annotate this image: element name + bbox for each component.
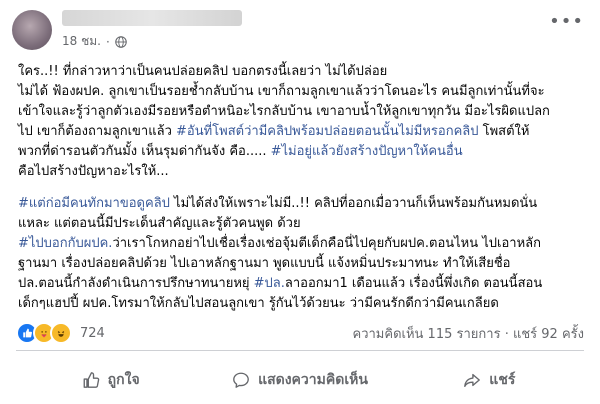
post-text-line: แหละ แต่ตอนนี้มีประเด็นสำคัญและรู้ตัวคนพ… bbox=[18, 214, 588, 234]
like-label: ถูกใจ bbox=[107, 372, 140, 388]
post-text-line: ฐานมา เรื่องปล่อยคลิปด้วย ไปเอาหลักฐานมา… bbox=[18, 254, 588, 274]
post-text-line: คือไปสร้างปัญหาอะไรให้... bbox=[18, 162, 588, 182]
post-text: ไม่ได้ ฟ้องผปค. ลูกเขาเป็นรอยช้ำกลับบ้าน… bbox=[18, 84, 545, 99]
post-text: เข้าใจและรู้ว่าลูกตัวเองมีรอยหรือตำหนิอะ… bbox=[18, 104, 550, 119]
comment-icon bbox=[233, 372, 249, 388]
share-icon bbox=[464, 373, 481, 387]
post-text-line: พวกที่ด่ารอนตัวกันมั้ง เห็นรุมด่ากันจัง … bbox=[18, 142, 588, 162]
post-text: ไป เขาก็ต้องถามลูกเขาแล้ว bbox=[18, 124, 177, 139]
thumbs-up-icon bbox=[83, 372, 99, 388]
like-button[interactable]: ถูกใจ bbox=[16, 360, 205, 400]
post-card: 18 ชม. · ••• ใคร..!! ที่กล่าวหาว่าเป็นคน… bbox=[0, 0, 600, 404]
share-button[interactable]: แชร์ bbox=[395, 360, 584, 400]
post-text: ลาออกมา1 เดือนแล้ว เรื่องนี้พึ่งเกิด ตอน… bbox=[284, 276, 543, 291]
author-avatar[interactable] bbox=[12, 10, 52, 50]
post-text-line: เข้าใจและรู้ว่าลูกตัวเองมีรอยหรือตำหนิอะ… bbox=[18, 102, 588, 122]
post-text-line: เด็กๆแฮปปี้ ผปค.โทรมาให้กลับไปสอนลูกเขา … bbox=[18, 294, 588, 314]
post-meta: 18 ชม. · bbox=[62, 32, 127, 51]
post-paragraph: ใคร..!! ที่กล่าวหาว่าเป็นคนปล่อยคลิป บอก… bbox=[18, 62, 588, 182]
post-text-line: #แต่ก่อมีคนทักมาขอดูคลิป ไม่ได้ส่งให้เพร… bbox=[18, 194, 588, 214]
post-text: แหละ แต่ตอนนี้มีประเด็นสำคัญและรู้ตัวคนพ… bbox=[18, 216, 301, 231]
engagement-counts: ความคิดเห็น 115 รายการ · แชร์ 92 ครั้ง bbox=[353, 323, 584, 344]
post-text: คือไปสร้างปัญหาอะไรให้... bbox=[18, 164, 169, 179]
post-text: โพสต์ให้ bbox=[478, 124, 530, 139]
post-text-line: ไป เขาก็ต้องถามลูกเขาแล้ว #อันที่โพสต์ว่… bbox=[18, 122, 588, 142]
separator-dot: · bbox=[105, 34, 110, 49]
post-text: ไม่ได้ส่งให้เพราะไม่มี..!! คลิปที่ออกเมื… bbox=[169, 196, 538, 211]
haha-icon bbox=[50, 322, 72, 344]
comments-count-link[interactable]: ความคิดเห็น 115 รายการ bbox=[353, 327, 501, 342]
post-text-line: #ไปบอกกับผปค.ว่าเราโกหกอย่าไปเชื่อเรื่อง… bbox=[18, 234, 588, 254]
hashtag-link[interactable]: #ไปบอกกับผปค. bbox=[18, 236, 112, 251]
post-text-line: ไม่ได้ ฟ้องผปค. ลูกเขาเป็นรอยช้ำกลับบ้าน… bbox=[18, 82, 588, 102]
hashtag-link[interactable]: #ไม่อยู่แล้วยังสร้างปัญหาให้คนอื่น bbox=[271, 144, 463, 159]
post-actions: ถูกใจ แสดงความคิดเห็น แชร์ bbox=[16, 360, 584, 400]
shares-count-link[interactable]: แชร์ 92 ครั้ง bbox=[513, 327, 584, 342]
post-text: ว่าเราโกหกอย่าไปเชื่อเรื่องเช่อจุ้มตีเด็… bbox=[112, 236, 542, 251]
post-stats: 724 ความคิดเห็น 115 รายการ · แชร์ 92 ครั… bbox=[16, 321, 584, 345]
comment-label: แสดงความคิดเห็น bbox=[258, 372, 368, 388]
post-text: ใคร..!! ที่กล่าวหาว่าเป็นคนปล่อยคลิป บอก… bbox=[18, 64, 388, 79]
post-text-line: ใคร..!! ที่กล่าวหาว่าเป็นคนปล่อยคลิป บอก… bbox=[18, 62, 588, 82]
hashtag-link[interactable]: #ปล. bbox=[254, 276, 285, 291]
post-paragraph: #แต่ก่อมีคนทักมาขอดูคลิป ไม่ได้ส่งให้เพร… bbox=[18, 194, 588, 314]
separator-dot: · bbox=[504, 326, 513, 342]
more-options-button[interactable]: ••• bbox=[549, 13, 584, 31]
author-name-redacted[interactable] bbox=[62, 10, 242, 26]
reaction-count: 724 bbox=[80, 325, 105, 341]
post-text: ปล.ตอนนี้กำลังดำเนินการปรึกษาทนายหยุ่ bbox=[18, 276, 254, 291]
reactions-summary[interactable]: 724 bbox=[16, 322, 105, 344]
globe-icon bbox=[115, 35, 127, 48]
divider bbox=[16, 350, 584, 351]
hashtag-link[interactable]: #อันที่โพสต์ว่ามีคลิปพร้อมปล่อยตอนนั้นไม… bbox=[176, 124, 478, 139]
post-time[interactable]: 18 ชม. bbox=[62, 32, 101, 51]
hashtag-link[interactable]: #แต่ก่อมีคนทักมาขอดูคลิป bbox=[18, 196, 170, 211]
comment-button[interactable]: แสดงความคิดเห็น bbox=[205, 360, 394, 400]
share-label: แชร์ bbox=[489, 372, 516, 388]
post-text-line: ปล.ตอนนี้กำลังดำเนินการปรึกษาทนายหยุ่ #ป… bbox=[18, 274, 588, 294]
post-text: ฐานมา เรื่องปล่อยคลิปด้วย ไปเอาหลักฐานมา… bbox=[18, 256, 511, 271]
post-text: เด็กๆแฮปปี้ ผปค.โทรมาให้กลับไปสอนลูกเขา … bbox=[18, 296, 499, 311]
post-body: ใคร..!! ที่กล่าวหาว่าเป็นคนปล่อยคลิป บอก… bbox=[18, 62, 588, 326]
post-text: พวกที่ด่ารอนตัวกันมั้ง เห็นรุมด่ากันจัง … bbox=[18, 144, 271, 159]
